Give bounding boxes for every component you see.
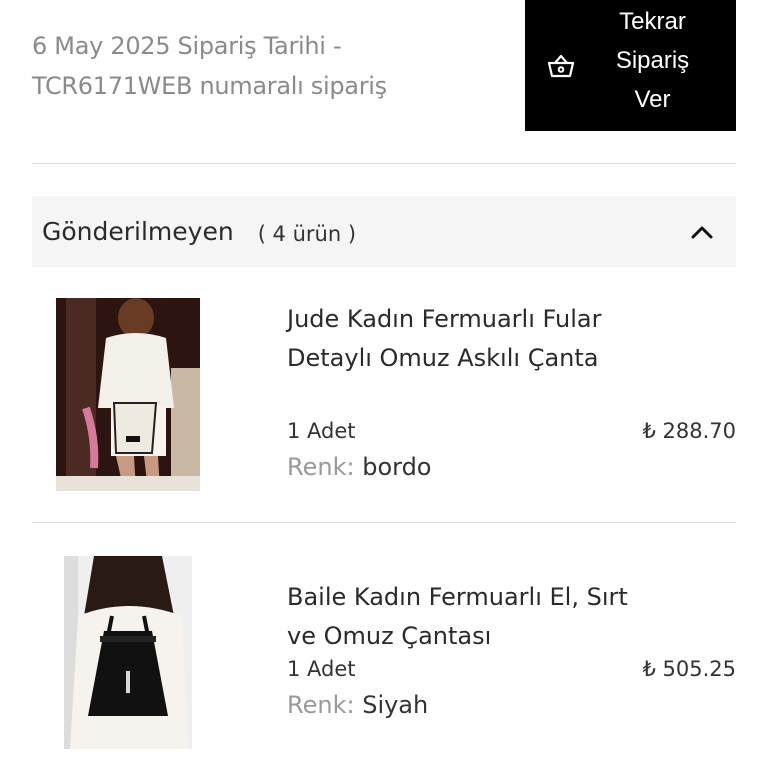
order-date-line: 6 May 2025 Sipariş Tarihi - [32,32,342,60]
product-image[interactable] [56,298,200,491]
section-count: ( 4 ürün ) [257,221,357,246]
product-quantity: 1 Adet [287,419,356,443]
color-label: Renk: [287,453,355,481]
divider [32,522,736,523]
product-color: Renk: Siyah [287,691,428,719]
section-title: Gönderilmeyen [42,217,234,246]
product-quantity: 1 Adet [287,657,356,681]
color-value: Siyah [362,691,429,719]
product-price: ₺ 288.70 [642,419,736,443]
basket-icon [547,54,575,77]
divider [32,163,736,164]
product-price: ₺ 505.25 [642,657,736,681]
reorder-label: Tekrar Sipariş Ver [615,8,690,113]
product-title[interactable]: Jude Kadın Fermuarlı Fular Detaylı Omuz … [287,300,637,378]
section-header-unshipped[interactable]: Gönderilmeyen ( 4 ürün ) [32,196,736,267]
color-label: Renk: [287,691,355,719]
order-number-line: TCR6171WEB numaralı sipariş [32,72,387,100]
chevron-up-icon[interactable] [688,218,716,246]
color-value: bordo [362,453,432,481]
product-color: Renk: bordo [287,453,431,481]
product-image[interactable] [64,556,192,749]
reorder-button[interactable]: Tekrar Sipariş Ver [525,0,736,131]
product-title[interactable]: Baile Kadın Fermuarlı El, Sırt ve Omuz Ç… [287,578,637,656]
order-meta: 6 May 2025 Sipariş Tarihi - TCR6171WEB n… [32,26,502,106]
